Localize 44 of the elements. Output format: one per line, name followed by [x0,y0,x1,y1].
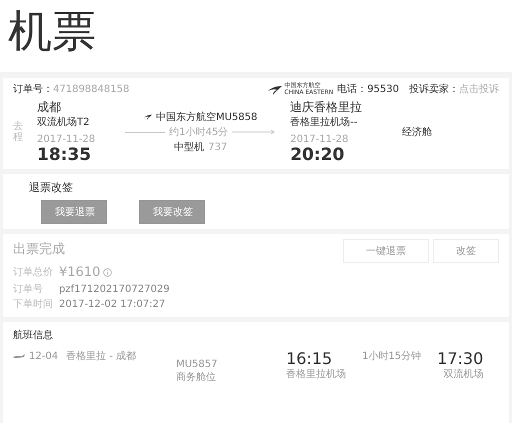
airport-name: 香格里拉机场-- [290,116,358,129]
field-value: pzf171202170727029 [59,283,170,298]
arrival-airport: 双流机场 [443,368,484,381]
phone-number: 95530 [367,83,399,96]
flight-time: 18:35 [37,146,92,164]
flight-duration: 约1小时45分 [169,126,228,139]
field-value: 2017-12-02 17:07:27 [59,298,166,312]
bird-icon [268,84,282,95]
flight-time: 20:20 [290,146,346,164]
order-number-label: 订单号： [13,83,53,96]
price-value: ¥1610 [59,264,100,282]
info-icon [103,268,112,278]
field-label: 下单时间 [13,298,54,312]
complaint-label: 投诉卖家： [409,83,459,96]
segment-route: 香格里拉 - 成都 [66,350,138,364]
segment-duration: 1小时15分钟 [362,350,422,364]
segment-cabin: 商务舱位 [176,371,218,384]
flight-date: 2017-11-28 [290,132,350,146]
flight-number: 中国东方航空MU5858 [156,110,258,124]
status-title: 出票完成 [13,242,65,260]
bird-icon [144,114,152,120]
page-title: 机票 [0,0,512,72]
field-label: 订单号 [13,282,44,298]
field-label: 订单总价 [13,266,54,280]
city-name: 成都 [37,100,62,116]
departure-airport: 香格里拉机场 [286,368,346,381]
complaint-link[interactable]: 点击投诉 [459,83,499,96]
airport-name: 双流机场T2 [37,116,90,129]
plane-icon [13,353,25,360]
cabin-class: 经济舱 [402,126,432,139]
aircraft-type: 中型机 [174,140,204,154]
departure-time: 16:15 [286,350,334,368]
direction-label: 去程 [13,121,23,144]
segment-date: 12-04 [29,350,58,364]
section-title: 退票改签 [29,181,74,196]
flight-date: 2017-11-28 [37,132,96,146]
phone-label: 电话： [337,83,368,96]
arrival-time: 17:30 [437,350,484,368]
city-name: 迪庆香格里拉 [290,100,362,116]
segment-flight: MU5857 [176,358,218,372]
arrow-icon [232,129,276,136]
section-title: 航班信息 [13,329,54,342]
order-number: 471898848158 [53,83,130,96]
aircraft-model: 737 [208,140,228,154]
